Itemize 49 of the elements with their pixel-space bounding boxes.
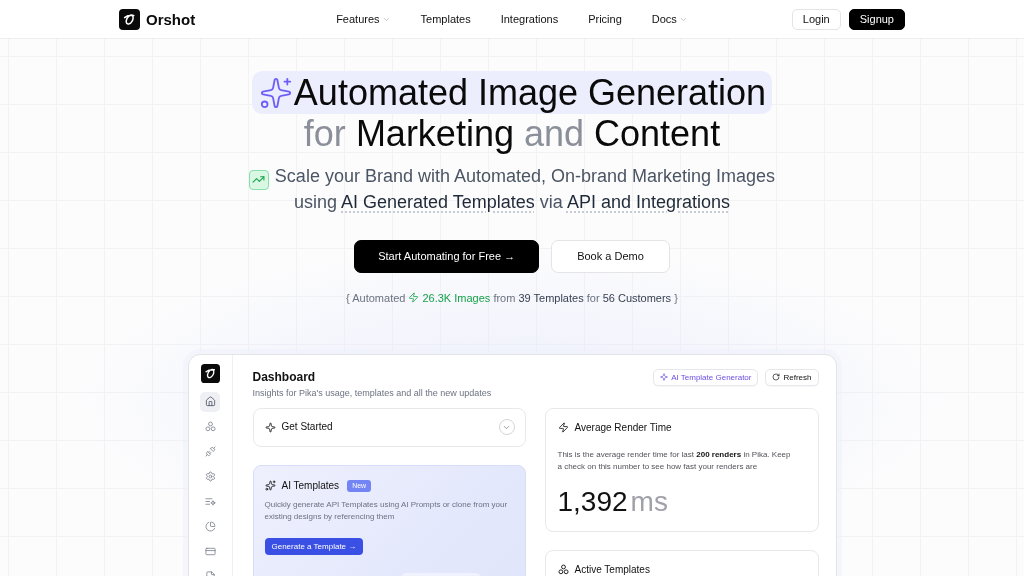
sparkles-icon [264, 480, 276, 491]
card-title: Active Templates [574, 562, 650, 576]
login-button[interactable]: Login [791, 8, 841, 30]
credit-card-icon [204, 546, 216, 557]
trend-up-icon [248, 169, 269, 190]
dashboard-subtitle: Insights for Pika's usage, templates and all the new updates [252, 386, 492, 399]
nav-link[interactable]: Features [336, 13, 391, 25]
list-settings-icon [204, 496, 216, 507]
sparkle-icon [660, 373, 669, 381]
card-description: Quickly generate API Templates using AI Prompts or clone from your existing designs by referencing them [264, 498, 509, 523]
refresh-icon [772, 373, 781, 381]
pie-chart-icon [204, 521, 216, 532]
card-title: AI Templates [281, 478, 340, 493]
logo-icon[interactable] [119, 8, 140, 30]
lightning-icon [557, 422, 569, 433]
dashboard-title: Dashboard [252, 369, 317, 385]
circles-icon [557, 564, 569, 575]
headline-tagline: for Marketing and Content [303, 114, 721, 154]
card-description: This is the average render time for last 200 renders in Pika. Keep a check on this number to see how fast your renders are [557, 448, 792, 473]
render-time-unit: ms [630, 485, 668, 518]
settings-icon [204, 471, 216, 482]
home-icon [204, 396, 216, 407]
circles-icon [204, 421, 216, 432]
nav-link[interactable]: Pricing [588, 13, 622, 25]
headline: Automated Image Generation [293, 71, 767, 114]
sidebar-item[interactable] [200, 391, 220, 412]
sparkles-icon [258, 75, 293, 110]
nav-link[interactable]: Templates [420, 13, 471, 25]
brand-name: Orshot [146, 10, 196, 28]
signup-button[interactable]: Signup [848, 8, 905, 30]
start-button[interactable]: Start Automating for Free → [354, 239, 540, 273]
subtitle: Scale your Brand with Automated, On-brand Marketing Images using AI Generated Templates via API and Integrations [274, 166, 776, 212]
demo-button[interactable]: Book a Demo [551, 239, 670, 273]
stats-text: { Automated [346, 290, 406, 306]
logo-icon[interactable] [200, 363, 220, 383]
stats-text: 26.3K Images from 39 Templates for 56 Customers } [422, 290, 678, 306]
lightning-icon [408, 292, 420, 303]
nav-link[interactable]: Integrations [500, 13, 559, 25]
card-title: Average Render Time [574, 420, 672, 435]
nav-link[interactable]: Docs [651, 13, 688, 25]
render-time-value: 1,392 [557, 485, 628, 518]
refresh-button[interactable]: Refresh [765, 368, 819, 386]
get-started-card[interactable]: Get Started [252, 407, 526, 447]
plug-icon [204, 446, 216, 457]
card-title: Get Started [281, 420, 333, 434]
generate-button[interactable]: Generate a Template → [264, 537, 364, 555]
sparkle-icon [264, 421, 276, 433]
generator-button[interactable]: AI Template Generator [653, 368, 759, 386]
expand-button[interactable] [498, 419, 515, 435]
